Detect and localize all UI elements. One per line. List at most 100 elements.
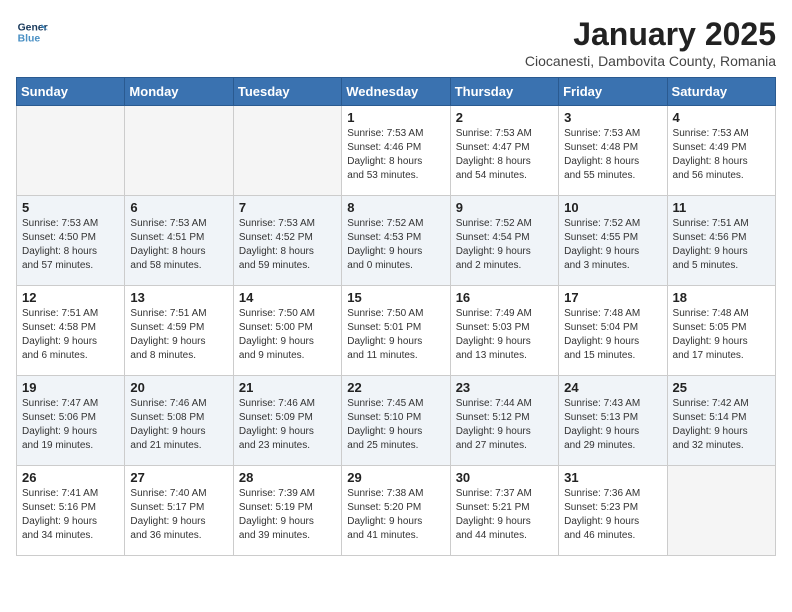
day-number: 15 (347, 290, 444, 305)
col-header-sunday: Sunday (17, 78, 125, 106)
day-header-row: SundayMondayTuesdayWednesdayThursdayFrid… (17, 78, 776, 106)
day-info: Sunrise: 7:53 AM Sunset: 4:52 PM Dayligh… (239, 217, 336, 273)
week-row-5: 26 Sunrise: 7:41 AM Sunset: 5:16 PM Dayli… (17, 466, 776, 556)
day-number: 10 (564, 200, 661, 215)
day-number: 21 (239, 380, 336, 395)
day-info: Sunrise: 7:46 AM Sunset: 5:09 PM Dayligh… (239, 397, 336, 453)
day-number: 28 (239, 470, 336, 485)
logo: General Blue (16, 16, 48, 48)
day-info: Sunrise: 7:44 AM Sunset: 5:12 PM Dayligh… (456, 397, 553, 453)
day-number: 22 (347, 380, 444, 395)
week-row-2: 5Sunrise: 7:53 AM Sunset: 4:50 PM Daylig… (17, 196, 776, 286)
day-info: Sunrise: 7:40 AM Sunset: 5:17 PM Dayligh… (130, 487, 227, 543)
day-number: 26 (22, 470, 119, 485)
day-number: 29 (347, 470, 444, 485)
week-row-3: 12Sunrise: 7:51 AM Sunset: 4:58 PM Dayli… (17, 286, 776, 376)
day-info: Sunrise: 7:53 AM Sunset: 4:46 PM Dayligh… (347, 127, 444, 183)
day-number: 8 (347, 200, 444, 215)
week-row-4: 19Sunrise: 7:47 AM Sunset: 5:06 PM Dayli… (17, 376, 776, 466)
day-cell: 22 Sunrise: 7:45 AM Sunset: 5:10 PM Dayli… (342, 376, 450, 466)
col-header-wednesday: Wednesday (342, 78, 450, 106)
day-number: 18 (673, 290, 770, 305)
day-info: Sunrise: 7:53 AM Sunset: 4:48 PM Dayligh… (564, 127, 661, 183)
day-info: Sunrise: 7:41 AM Sunset: 5:16 PM Dayligh… (22, 487, 119, 543)
col-header-friday: Friday (559, 78, 667, 106)
calendar-table: SundayMondayTuesdayWednesdayThursdayFrid… (16, 77, 776, 556)
day-number: 6 (130, 200, 227, 215)
calendar-subtitle: Ciocanesti, Dambovita County, Romania (525, 53, 776, 69)
day-number: 23 (456, 380, 553, 395)
day-cell: 1Sunrise: 7:53 AM Sunset: 4:46 PM Daylig… (342, 106, 450, 196)
day-info: Sunrise: 7:53 AM Sunset: 4:51 PM Dayligh… (130, 217, 227, 273)
day-info: Sunrise: 7:50 AM Sunset: 5:00 PM Dayligh… (239, 307, 336, 363)
calendar-title: January 2025 (525, 16, 776, 53)
day-cell: 19Sunrise: 7:47 AM Sunset: 5:06 PM Dayli… (17, 376, 125, 466)
day-cell: 23 Sunrise: 7:44 AM Sunset: 5:12 PM Dayli… (450, 376, 558, 466)
day-cell: 31 Sunrise: 7:36 AM Sunset: 5:23 PM Dayli… (559, 466, 667, 556)
day-number: 30 (456, 470, 553, 485)
day-cell: 16 Sunrise: 7:49 AM Sunset: 5:03 PM Dayli… (450, 286, 558, 376)
day-number: 7 (239, 200, 336, 215)
day-info: Sunrise: 7:48 AM Sunset: 5:04 PM Dayligh… (564, 307, 661, 363)
day-info: Sunrise: 7:46 AM Sunset: 5:08 PM Dayligh… (130, 397, 227, 453)
day-cell: 10 Sunrise: 7:52 AM Sunset: 4:55 PM Dayli… (559, 196, 667, 286)
day-info: Sunrise: 7:48 AM Sunset: 5:05 PM Dayligh… (673, 307, 770, 363)
day-cell: 25Sunrise: 7:42 AM Sunset: 5:14 PM Dayli… (667, 376, 775, 466)
col-header-saturday: Saturday (667, 78, 775, 106)
day-number: 24 (564, 380, 661, 395)
day-info: Sunrise: 7:53 AM Sunset: 4:49 PM Dayligh… (673, 127, 770, 183)
day-number: 17 (564, 290, 661, 305)
day-info: Sunrise: 7:51 AM Sunset: 4:58 PM Dayligh… (22, 307, 119, 363)
day-info: Sunrise: 7:52 AM Sunset: 4:54 PM Dayligh… (456, 217, 553, 273)
day-cell: 18 Sunrise: 7:48 AM Sunset: 5:05 PM Dayli… (667, 286, 775, 376)
day-cell (667, 466, 775, 556)
day-cell: 17 Sunrise: 7:48 AM Sunset: 5:04 PM Dayli… (559, 286, 667, 376)
day-cell: 2Sunrise: 7:53 AM Sunset: 4:47 PM Daylig… (450, 106, 558, 196)
day-cell: 27 Sunrise: 7:40 AM Sunset: 5:17 PM Dayli… (125, 466, 233, 556)
day-number: 14 (239, 290, 336, 305)
day-cell: 9 Sunrise: 7:52 AM Sunset: 4:54 PM Daylig… (450, 196, 558, 286)
day-cell: 4 Sunrise: 7:53 AM Sunset: 4:49 PM Daylig… (667, 106, 775, 196)
day-number: 4 (673, 110, 770, 125)
col-header-thursday: Thursday (450, 78, 558, 106)
day-number: 2 (456, 110, 553, 125)
day-cell: 8 Sunrise: 7:52 AM Sunset: 4:53 PM Daylig… (342, 196, 450, 286)
day-cell: 14 Sunrise: 7:50 AM Sunset: 5:00 PM Dayli… (233, 286, 341, 376)
day-cell: 3 Sunrise: 7:53 AM Sunset: 4:48 PM Daylig… (559, 106, 667, 196)
day-info: Sunrise: 7:47 AM Sunset: 5:06 PM Dayligh… (22, 397, 119, 453)
day-cell: 28 Sunrise: 7:39 AM Sunset: 5:19 PM Dayli… (233, 466, 341, 556)
day-cell: 24 Sunrise: 7:43 AM Sunset: 5:13 PM Dayli… (559, 376, 667, 466)
day-cell: 29 Sunrise: 7:38 AM Sunset: 5:20 PM Dayli… (342, 466, 450, 556)
day-info: Sunrise: 7:38 AM Sunset: 5:20 PM Dayligh… (347, 487, 444, 543)
day-cell: 26 Sunrise: 7:41 AM Sunset: 5:16 PM Dayli… (17, 466, 125, 556)
week-row-1: 1Sunrise: 7:53 AM Sunset: 4:46 PM Daylig… (17, 106, 776, 196)
day-cell (17, 106, 125, 196)
day-cell: 21 Sunrise: 7:46 AM Sunset: 5:09 PM Dayli… (233, 376, 341, 466)
day-info: Sunrise: 7:45 AM Sunset: 5:10 PM Dayligh… (347, 397, 444, 453)
day-cell: 12Sunrise: 7:51 AM Sunset: 4:58 PM Dayli… (17, 286, 125, 376)
page-header: General Blue January 2025 Ciocanesti, Da… (16, 16, 776, 69)
day-cell: 11Sunrise: 7:51 AM Sunset: 4:56 PM Dayli… (667, 196, 775, 286)
day-info: Sunrise: 7:52 AM Sunset: 4:55 PM Dayligh… (564, 217, 661, 273)
day-number: 9 (456, 200, 553, 215)
day-number: 13 (130, 290, 227, 305)
day-cell: 7 Sunrise: 7:53 AM Sunset: 4:52 PM Daylig… (233, 196, 341, 286)
day-info: Sunrise: 7:52 AM Sunset: 4:53 PM Dayligh… (347, 217, 444, 273)
day-cell: 6 Sunrise: 7:53 AM Sunset: 4:51 PM Daylig… (125, 196, 233, 286)
day-number: 27 (130, 470, 227, 485)
day-info: Sunrise: 7:43 AM Sunset: 5:13 PM Dayligh… (564, 397, 661, 453)
svg-text:Blue: Blue (18, 34, 41, 45)
day-info: Sunrise: 7:36 AM Sunset: 5:23 PM Dayligh… (564, 487, 661, 543)
day-info: Sunrise: 7:49 AM Sunset: 5:03 PM Dayligh… (456, 307, 553, 363)
day-info: Sunrise: 7:51 AM Sunset: 4:56 PM Dayligh… (673, 217, 770, 273)
day-info: Sunrise: 7:37 AM Sunset: 5:21 PM Dayligh… (456, 487, 553, 543)
col-header-tuesday: Tuesday (233, 78, 341, 106)
day-info: Sunrise: 7:51 AM Sunset: 4:59 PM Dayligh… (130, 307, 227, 363)
day-number: 16 (456, 290, 553, 305)
col-header-monday: Monday (125, 78, 233, 106)
day-info: Sunrise: 7:39 AM Sunset: 5:19 PM Dayligh… (239, 487, 336, 543)
day-number: 31 (564, 470, 661, 485)
day-number: 3 (564, 110, 661, 125)
day-info: Sunrise: 7:50 AM Sunset: 5:01 PM Dayligh… (347, 307, 444, 363)
title-block: January 2025 Ciocanesti, Dambovita Count… (525, 16, 776, 69)
